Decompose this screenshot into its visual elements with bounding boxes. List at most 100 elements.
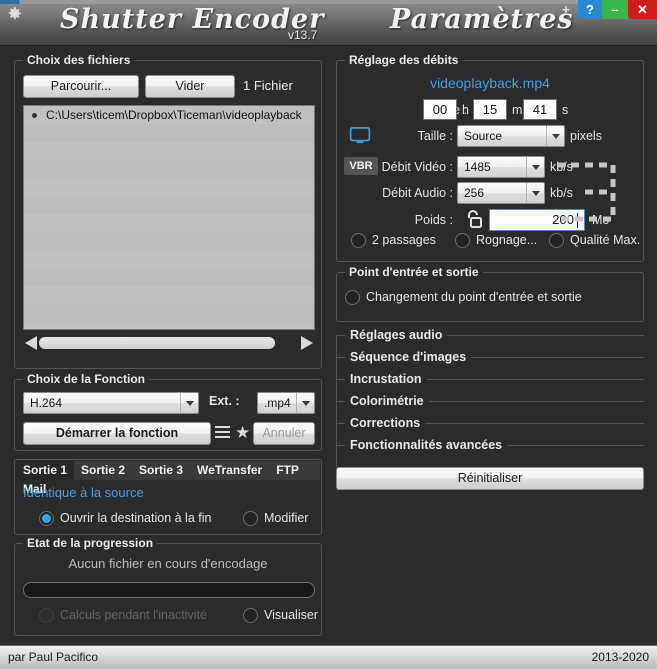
progress-panel: Etat de la progression Aucun fichier en … bbox=[14, 536, 322, 636]
file-list[interactable]: C:\Users\ticem\Dropbox\Ticeman\videoplay… bbox=[23, 105, 315, 330]
inout-legend: Point d'entrée et sortie bbox=[345, 265, 483, 279]
radio-visualize-label: Visualiser bbox=[264, 608, 318, 622]
radio-cropping[interactable] bbox=[455, 233, 470, 248]
file-selection-legend: Choix des fichiers bbox=[23, 53, 135, 67]
radio-open-destination[interactable] bbox=[39, 511, 54, 526]
bitrate-link-bracket bbox=[557, 162, 616, 222]
scrollbar-track[interactable] bbox=[39, 337, 299, 349]
radio-idle-computation-label: Calculs pendant l'inactivité bbox=[60, 608, 207, 622]
audio-bitrate-label: Débit Audio : bbox=[382, 186, 453, 200]
section-title: Incrustation bbox=[345, 372, 427, 386]
clear-button[interactable]: Vider bbox=[145, 75, 235, 98]
list-item-empty bbox=[24, 232, 314, 250]
add-window-button[interactable]: + bbox=[556, 0, 576, 19]
chevron-down-icon bbox=[526, 183, 544, 203]
radio-change-inout-point-label: Changement du point d'entrée et sortie bbox=[366, 290, 582, 304]
radio-open-destination-label: Ouvrir la destination à la fin bbox=[60, 511, 212, 525]
duration-minutes-input[interactable]: 15 bbox=[473, 99, 507, 120]
bullet-icon bbox=[32, 113, 37, 118]
reset-button[interactable]: Réinitialiser bbox=[336, 467, 644, 490]
vbr-badge: VBR bbox=[344, 157, 378, 175]
duration-seconds-unit: s bbox=[562, 103, 569, 117]
radio-modify[interactable] bbox=[243, 511, 258, 526]
scrollbar-thumb[interactable] bbox=[39, 337, 275, 349]
size-select-value: Source bbox=[464, 129, 503, 143]
tab-ftp[interactable]: FTP bbox=[269, 461, 306, 480]
close-button[interactable]: ✕ bbox=[628, 0, 657, 19]
weight-label: Poids : bbox=[414, 213, 453, 227]
file-list-horizontal-scrollbar[interactable] bbox=[23, 335, 315, 352]
progress-legend: Etat de la progression bbox=[23, 536, 158, 550]
codec-select-value: H.264 bbox=[30, 396, 63, 410]
list-item-empty bbox=[24, 124, 314, 142]
radio-visualize[interactable] bbox=[243, 608, 258, 623]
radio-2-passes-label: 2 passages bbox=[372, 233, 436, 247]
list-item-empty bbox=[24, 196, 314, 214]
radio-2-passes[interactable] bbox=[351, 233, 366, 248]
file-count-label: 1 Fichier bbox=[243, 78, 293, 93]
monitor-icon bbox=[349, 127, 371, 144]
size-unit: pixels bbox=[570, 129, 602, 143]
bitrate-legend: Réglage des débits bbox=[345, 53, 463, 67]
radio-cropping-label: Rognage... bbox=[476, 233, 538, 247]
tab-sortie-3[interactable]: Sortie 3 bbox=[132, 461, 190, 480]
list-item-empty bbox=[24, 142, 314, 160]
duration-minutes-unit: m bbox=[512, 103, 523, 117]
extension-select-value: .mp4 bbox=[264, 396, 291, 410]
radio-idle-computation[interactable] bbox=[39, 608, 54, 623]
scroll-right-icon[interactable] bbox=[301, 336, 313, 350]
audio-bitrate-value: 256 bbox=[464, 186, 485, 200]
footer-bar: par Paul Pacifico 2013-2020 bbox=[0, 645, 657, 669]
extension-select[interactable]: .mp4 bbox=[257, 392, 315, 414]
section-title: Corrections bbox=[345, 416, 426, 430]
tab-sortie-1[interactable]: Sortie 1 bbox=[16, 461, 75, 480]
section-fonctionnalites-avancees[interactable]: Fonctionnalités avancées bbox=[336, 438, 644, 467]
start-function-button[interactable]: Démarrer la fonction bbox=[23, 422, 211, 445]
gear-icon[interactable] bbox=[6, 5, 23, 22]
duration-hours-input[interactable]: 00 bbox=[423, 99, 457, 120]
output-mode-text: Identique à la source bbox=[23, 485, 144, 500]
unlock-icon[interactable] bbox=[465, 209, 483, 229]
version-label: v13.7 bbox=[288, 28, 318, 42]
list-item-empty bbox=[24, 250, 314, 268]
audio-bitrate-select[interactable]: 256 bbox=[457, 182, 545, 204]
title-bar: Shutter Encoder v13.7 Paramètres + ? – ✕ bbox=[0, 0, 657, 46]
tab-wetransfer[interactable]: WeTransfer bbox=[190, 461, 269, 480]
media-filename: videoplayback.mp4 bbox=[430, 75, 550, 91]
output-panel: Sortie 1 Sortie 2 Sortie 3 WeTransfer FT… bbox=[14, 459, 322, 535]
video-bitrate-select[interactable]: 1485 bbox=[457, 156, 545, 178]
size-label: Taille : bbox=[417, 129, 453, 143]
section-title: Séquence d'images bbox=[345, 350, 472, 364]
list-item-empty bbox=[24, 322, 314, 329]
file-path: C:\Users\ticem\Dropbox\Ticeman\videoplay… bbox=[46, 108, 302, 122]
radio-modify-label: Modifier bbox=[264, 511, 309, 525]
function-legend: Choix de la Fonction bbox=[23, 372, 150, 386]
list-item-empty bbox=[24, 268, 314, 286]
chevron-down-icon bbox=[180, 393, 198, 413]
radio-change-inout-point[interactable] bbox=[345, 290, 360, 305]
minimize-button[interactable]: – bbox=[602, 0, 628, 19]
browse-button[interactable]: Parcourir... bbox=[23, 75, 139, 98]
radio-max-quality[interactable] bbox=[549, 233, 564, 248]
chevron-down-icon bbox=[526, 157, 544, 177]
star-icon[interactable]: ★ bbox=[235, 424, 250, 441]
section-title: Colorimétrie bbox=[345, 394, 429, 408]
chevron-down-icon bbox=[296, 393, 314, 413]
list-icon[interactable] bbox=[215, 426, 230, 440]
cancel-button[interactable]: Annuler bbox=[253, 422, 315, 445]
size-select[interactable]: Source bbox=[457, 125, 565, 147]
footer-years: 2013-2020 bbox=[591, 650, 649, 664]
codec-select[interactable]: H.264 bbox=[23, 392, 199, 414]
file-selection-panel: Choix des fichiers Parcourir... Vider 1 … bbox=[14, 53, 322, 369]
progress-bar bbox=[23, 582, 315, 598]
progress-message: Aucun fichier en cours d'encodage bbox=[68, 556, 268, 571]
list-item[interactable]: C:\Users\ticem\Dropbox\Ticeman\videoplay… bbox=[24, 106, 314, 124]
duration-seconds-input[interactable]: 41 bbox=[523, 99, 557, 120]
list-item-empty bbox=[24, 178, 314, 196]
help-button[interactable]: ? bbox=[578, 0, 602, 19]
scroll-left-icon[interactable] bbox=[25, 336, 37, 350]
tab-sortie-2[interactable]: Sortie 2 bbox=[74, 461, 132, 480]
inout-point-panel: Point d'entrée et sortie Changement du p… bbox=[336, 265, 644, 322]
list-item-empty bbox=[24, 286, 314, 304]
page-title: Shutter Encoder bbox=[60, 4, 325, 35]
